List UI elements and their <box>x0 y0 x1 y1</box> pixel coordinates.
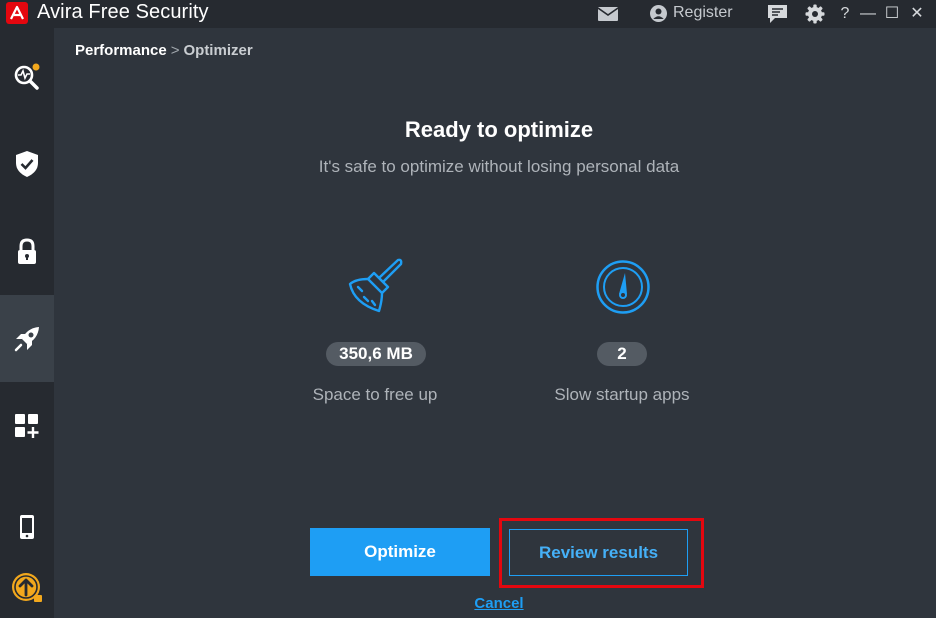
mail-icon[interactable] <box>597 3 619 25</box>
sidebar-item-privacy[interactable] <box>0 208 54 295</box>
feedback-icon[interactable] <box>766 3 788 25</box>
rocket-icon <box>14 326 39 351</box>
sidebar <box>0 28 54 618</box>
broom-icon <box>348 258 403 313</box>
sidebar-item-performance[interactable] <box>0 295 54 382</box>
upgrade-arrow-icon <box>12 572 42 602</box>
startup-label: Slow startup apps <box>554 385 690 404</box>
magnifier-pulse-icon <box>14 63 40 90</box>
user-icon <box>650 4 667 22</box>
page-subtitle: It's safe to optimize without losing per… <box>318 157 680 176</box>
smartphone-icon <box>20 514 34 539</box>
page-title: Ready to optimize <box>404 117 594 142</box>
breadcrumb: Performance > Optimizer <box>75 42 253 59</box>
maximize-button[interactable]: ☐ <box>882 4 902 24</box>
register-button[interactable]: Register <box>650 2 733 24</box>
app-title: Avira Free Security <box>37 1 209 24</box>
breadcrumb-performance[interactable]: Performance <box>75 42 167 59</box>
sidebar-item-apps[interactable] <box>0 382 54 469</box>
sidebar-item-security[interactable] <box>0 120 54 207</box>
help-button[interactable]: ? <box>835 4 855 24</box>
breadcrumb-separator: > <box>170 42 180 59</box>
register-label: Register <box>673 4 733 21</box>
avira-logo-icon <box>6 2 28 24</box>
shield-check-icon <box>16 150 38 177</box>
gear-icon[interactable] <box>804 3 826 25</box>
apps-plus-icon <box>15 413 39 438</box>
speedometer-icon <box>596 260 650 314</box>
sidebar-item-status[interactable] <box>0 33 54 120</box>
app-name: Avira <box>37 1 83 23</box>
startup-value-badge: 2 <box>597 342 647 366</box>
cancel-link[interactable]: Cancel <box>460 595 538 612</box>
space-label: Space to free up <box>312 385 438 404</box>
title-bar: Avira Free Security Register ? — ☐ ✕ <box>0 0 936 28</box>
optimize-button[interactable]: Optimize <box>310 528 490 576</box>
breadcrumb-optimizer: Optimizer <box>183 42 253 59</box>
padlock-icon <box>18 237 36 264</box>
sidebar-item-upgrade[interactable] <box>0 543 54 618</box>
close-button[interactable]: ✕ <box>907 4 927 24</box>
review-results-button[interactable]: Review results <box>509 529 688 576</box>
app-edition: Free Security <box>88 1 209 23</box>
minimize-button[interactable]: — <box>858 4 878 24</box>
space-value-badge: 350,6 MB <box>326 342 426 366</box>
